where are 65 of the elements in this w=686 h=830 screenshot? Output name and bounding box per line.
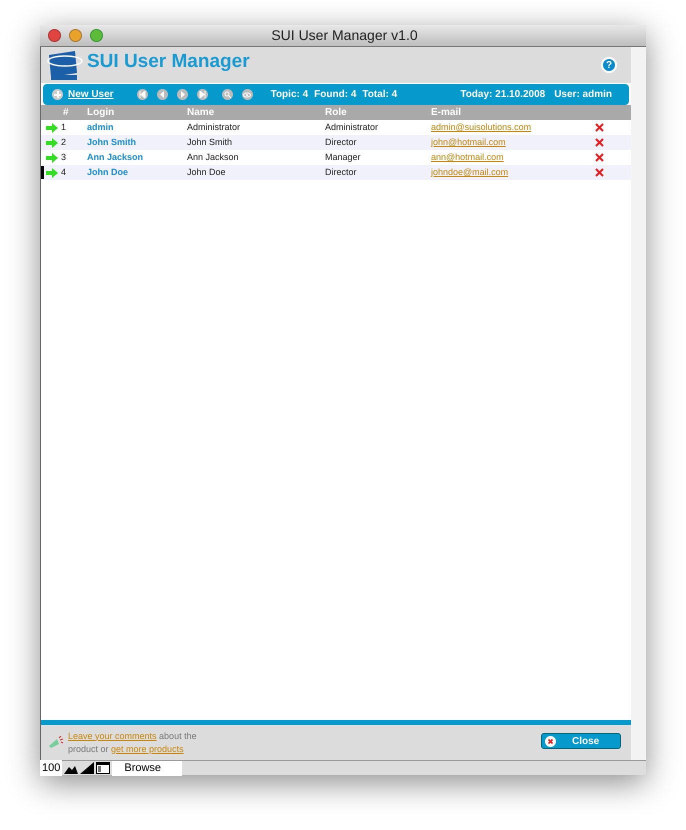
table-row[interactable]: 2 John Smith John Smith Director john@hotmail.com (41, 135, 631, 150)
date-text: Today: 21.10.2008 (460, 88, 546, 102)
row-number: 2 (61, 136, 66, 147)
table-cell: Manager (325, 152, 361, 162)
column-header: Name (187, 106, 216, 120)
app-title: SUI User Manager (87, 50, 250, 74)
email-link[interactable]: johndoe@mail.com (431, 166, 508, 177)
table-cell: Administrator (187, 122, 240, 132)
minimize-icon[interactable] (69, 29, 82, 42)
login-link[interactable]: John Doe (87, 166, 128, 177)
help-button[interactable]: ? (601, 57, 617, 73)
logo-icon (45, 49, 83, 81)
footer-link[interactable]: get more products (111, 744, 184, 754)
login-link[interactable]: admin (87, 122, 114, 132)
table-cell: Director (325, 166, 357, 177)
column-header: E-mail (431, 106, 462, 120)
last-page-icon[interactable] (196, 89, 208, 100)
search-icon[interactable] (222, 89, 233, 100)
column-header: Login (87, 106, 116, 120)
close-icon (545, 736, 556, 746)
user-text: User: admin (554, 88, 612, 102)
arrow-icon[interactable] (46, 152, 58, 162)
email-link[interactable]: john@hotmail.com (431, 136, 506, 147)
count-text: Total: 4 (362, 88, 398, 102)
column-header: Role (325, 106, 348, 120)
arrow-icon[interactable] (46, 168, 58, 178)
table-cell: Director (325, 136, 357, 147)
delete-icon[interactable] (595, 168, 604, 177)
login-link[interactable]: John Smith (87, 136, 136, 147)
zoom-icon[interactable] (90, 29, 103, 42)
count-text: Found: 4 (314, 88, 356, 102)
footer-text: Leave your comments about the product or get more products (68, 730, 198, 756)
table-cell: John Doe (187, 166, 226, 177)
delete-icon[interactable] (595, 123, 604, 132)
row-number: 4 (61, 166, 66, 177)
add-icon[interactable] (52, 89, 63, 100)
previous-icon[interactable] (156, 89, 168, 100)
footer-link[interactable]: Leave your comments (68, 730, 157, 740)
slope-icon[interactable] (80, 762, 94, 774)
email-link[interactable]: ann@hotmail.com (431, 152, 504, 162)
zoom-level: 100 (40, 760, 62, 776)
arrow-icon[interactable] (46, 122, 58, 132)
layout-icon[interactable] (96, 762, 110, 774)
delete-icon[interactable] (595, 138, 604, 147)
row-number: 3 (61, 152, 66, 162)
row-number: 1 (61, 122, 66, 132)
count-text: Topic: 4 (270, 88, 308, 102)
email-link[interactable]: admin@suisolutions.com (431, 122, 532, 132)
new-user-link[interactable]: New User (68, 87, 114, 102)
table-row[interactable]: 4 John Doe John Doe Director johndoe@mail.com (41, 165, 631, 180)
delete-icon[interactable] (595, 153, 604, 162)
column-header: # (62, 106, 70, 120)
table-cell: Administrator (325, 122, 378, 132)
table-cell: John Smith (187, 136, 232, 147)
table-cell: Ann Jackson (187, 152, 239, 162)
login-link[interactable]: Ann Jackson (87, 152, 144, 162)
eye-icon[interactable] (242, 89, 253, 100)
close-icon[interactable] (48, 29, 61, 42)
mode-label: Browse (112, 760, 182, 776)
next-icon[interactable] (176, 89, 188, 100)
close-button[interactable]: Close (541, 733, 621, 749)
window-title: SUI User Manager v1.0 (271, 26, 418, 45)
first-page-icon[interactable] (136, 89, 148, 100)
arrow-icon[interactable] (46, 138, 58, 148)
megaphone-icon (48, 736, 64, 750)
